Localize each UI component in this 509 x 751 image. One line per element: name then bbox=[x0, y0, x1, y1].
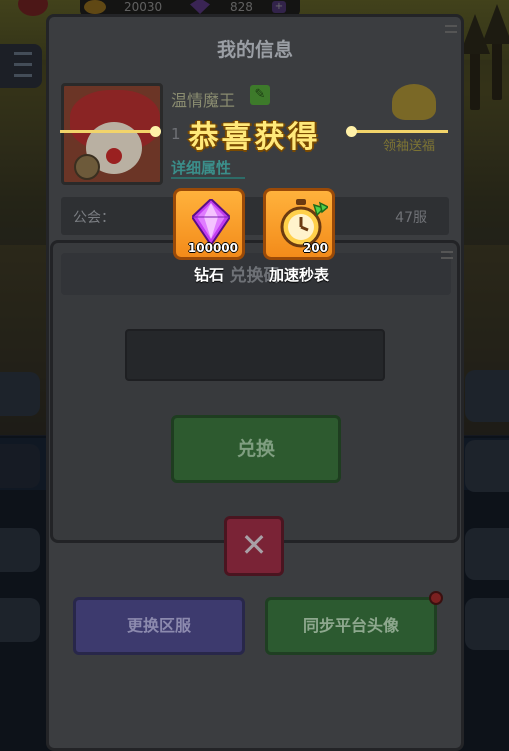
exchange-button[interactable]: 兑换 bbox=[171, 415, 341, 483]
change-server-button[interactable]: 更换区服 bbox=[73, 597, 245, 655]
link-underline bbox=[171, 177, 245, 179]
notification-dot bbox=[429, 591, 443, 605]
reward-item-name: 加速秒表 bbox=[268, 266, 329, 284]
reward-item-stopwatch[interactable]: 200 bbox=[263, 188, 335, 260]
exchange-code-input[interactable] bbox=[125, 329, 385, 381]
info-panel-header: 我的信息 bbox=[49, 17, 461, 73]
sync-platform-avatar-button[interactable]: 同步平台头像 bbox=[265, 597, 437, 655]
reward-quantity: 200 bbox=[302, 241, 328, 255]
server-label: 47服 bbox=[395, 210, 427, 226]
avatar-frame-badge-icon bbox=[74, 154, 100, 180]
reward-quantity: 100000 bbox=[187, 241, 238, 255]
info-panel-title: 我的信息 bbox=[216, 39, 293, 61]
guild-row: 公会： 47服 bbox=[61, 197, 449, 235]
guild-label: 公会： bbox=[73, 210, 115, 226]
grip-icon bbox=[441, 251, 453, 259]
reward-item-diamond[interactable]: 100000 bbox=[173, 188, 245, 260]
close-button[interactable]: ✕ bbox=[224, 516, 284, 576]
detail-attributes-link[interactable]: 详细属性 bbox=[171, 157, 231, 178]
reward-item-name: 钻石 bbox=[193, 266, 224, 284]
grip-icon bbox=[445, 25, 457, 33]
reward-title: 恭喜获得 bbox=[188, 120, 321, 155]
player-name: 温情魔王 bbox=[171, 91, 236, 110]
exchange-code-dialog: 兑换码 兑换 bbox=[50, 240, 460, 543]
edit-name-icon[interactable]: ✎ bbox=[250, 85, 270, 105]
diamond-icon bbox=[192, 199, 230, 245]
